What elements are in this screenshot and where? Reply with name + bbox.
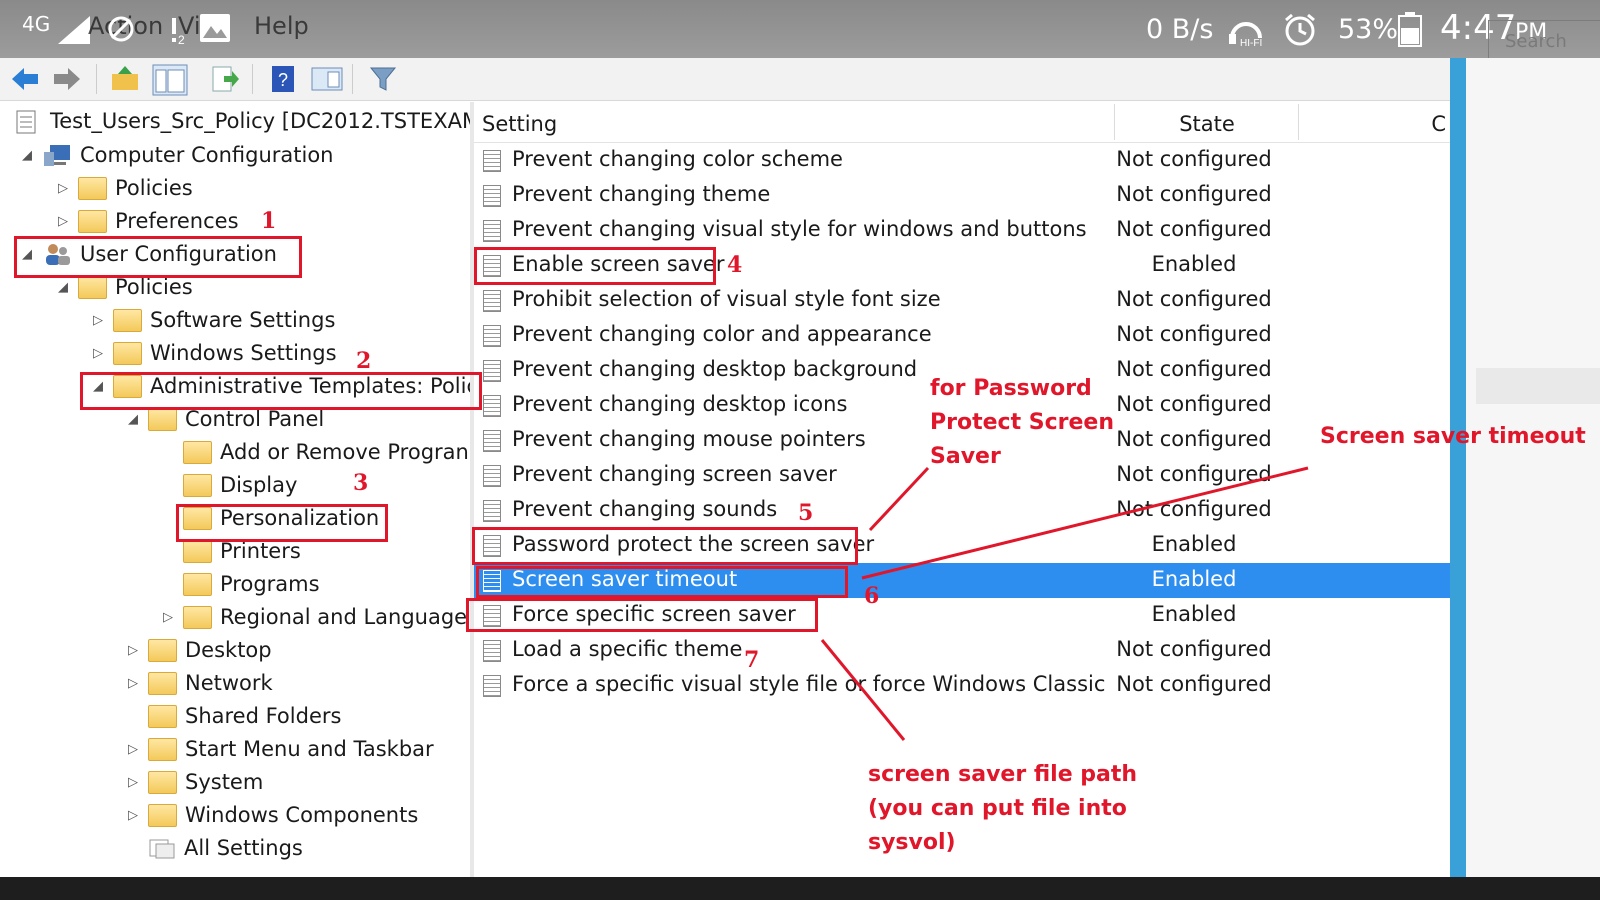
annotation-line xyxy=(820,639,906,741)
annotation-line xyxy=(868,466,930,532)
annotation-line xyxy=(861,466,1309,580)
annotation-lines xyxy=(820,466,1309,741)
